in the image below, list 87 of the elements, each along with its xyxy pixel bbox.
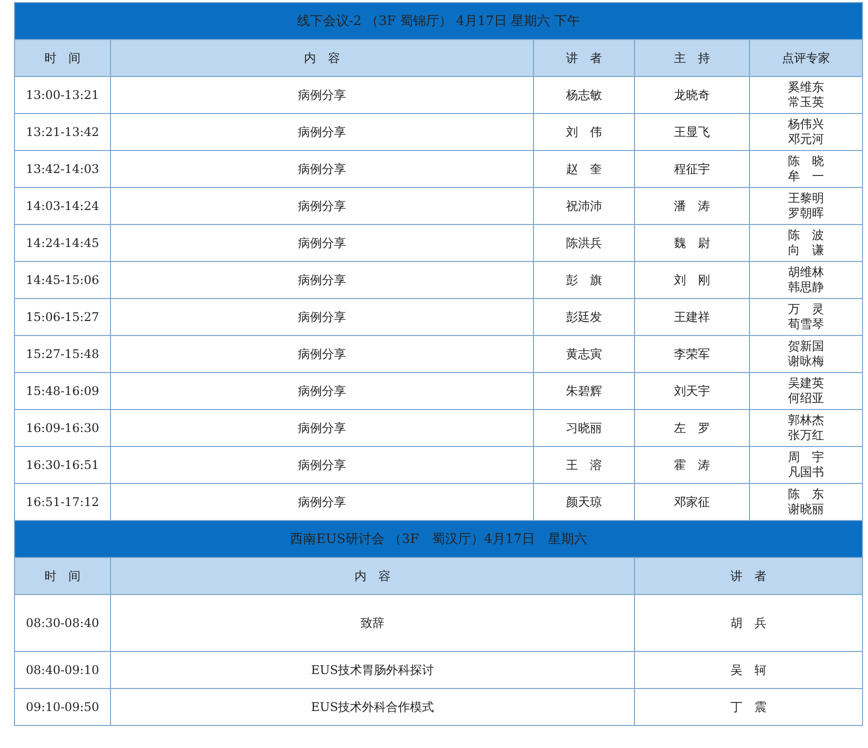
speaker-cell: 彭廷发 — [534, 298, 634, 336]
column-header: 主 持 — [634, 40, 750, 76]
expert-name: 杨伟兴 — [787, 117, 826, 132]
time-cell: 13:00-13:21 — [14, 76, 110, 114]
expert-name: 邓元河 — [787, 132, 826, 147]
column-header: 点评专家 — [750, 40, 863, 76]
expert-name: 韩思静 — [787, 280, 826, 295]
column-header: 讲 者 — [534, 40, 634, 76]
time-cell: 15:06-15:27 — [14, 298, 110, 336]
column-header: 讲 者 — [634, 558, 863, 594]
content-cell: 病例分享 — [110, 336, 534, 372]
content-cell: 病例分享 — [110, 298, 534, 336]
expert-name: 胡维林 — [787, 265, 826, 280]
content-cell: 病例分享 — [110, 410, 534, 446]
column-header: 时 间 — [14, 40, 110, 76]
section-title: 线下会议-2 （3F 蜀锦厅） 4月17日 星期六 下午 — [14, 2, 863, 40]
speaker-cell: 赵 奎 — [534, 150, 634, 188]
host-cell: 王显飞 — [634, 114, 750, 150]
content-cell: 病例分享 — [110, 150, 534, 188]
expert-name: 陈 东 — [787, 487, 826, 502]
speaker-cell: 彭 旗 — [534, 262, 634, 298]
expert-name: 谢晓丽 — [787, 502, 826, 517]
expert-name: 周 宇 — [787, 450, 826, 465]
time-cell: 14:24-14:45 — [14, 224, 110, 262]
content-cell: 病例分享 — [110, 446, 534, 484]
speaker-cell: 王 溶 — [534, 446, 634, 484]
speaker-cell: 习晓丽 — [534, 410, 634, 446]
content-cell: 病例分享 — [110, 262, 534, 298]
speaker-cell: 丁 震 — [634, 688, 863, 726]
expert-name: 王黎明 — [787, 191, 826, 206]
host-cell: 程征宇 — [634, 150, 750, 188]
expert-name: 荀雪琴 — [787, 317, 826, 332]
speaker-cell: 胡 兵 — [634, 594, 863, 652]
time-cell: 08:30-08:40 — [14, 594, 110, 652]
host-cell: 李荣军 — [634, 336, 750, 372]
expert-name: 罗朝晖 — [787, 206, 826, 221]
host-cell: 刘天宇 — [634, 372, 750, 410]
time-cell: 15:27-15:48 — [14, 336, 110, 372]
host-cell: 王建祥 — [634, 298, 750, 336]
content-cell: EUS技术胃肠外科探讨 — [110, 652, 634, 688]
host-cell: 龙晓奇 — [634, 76, 750, 114]
speaker-cell: 祝沛沛 — [534, 188, 634, 224]
time-cell: 16:09-16:30 — [14, 410, 110, 446]
time-cell: 09:10-09:50 — [14, 688, 110, 726]
expert-name: 万 灵 — [787, 302, 826, 317]
host-cell: 霍 涛 — [634, 446, 750, 484]
content-cell: 病例分享 — [110, 372, 534, 410]
host-cell: 魏 尉 — [634, 224, 750, 262]
expert-name: 常玉英 — [787, 95, 826, 110]
expert-name: 张万红 — [787, 428, 826, 443]
content-cell: 病例分享 — [110, 114, 534, 150]
content-cell: 致辞 — [110, 594, 634, 652]
speaker-cell: 杨志敏 — [534, 76, 634, 114]
column-header: 时 间 — [14, 558, 110, 594]
time-cell: 15:48-16:09 — [14, 372, 110, 410]
expert-name: 谢咏梅 — [787, 354, 826, 369]
expert-name: 何绍亚 — [787, 391, 826, 406]
column-header: 内 容 — [110, 40, 534, 76]
expert-name: 吴建英 — [787, 376, 826, 391]
content-cell: 病例分享 — [110, 188, 534, 224]
content-cell: 病例分享 — [110, 224, 534, 262]
expert-name: 陈 晓 — [787, 154, 826, 169]
expert-name: 向 谦 — [787, 243, 826, 258]
expert-name: 奚维东 — [787, 80, 826, 95]
content-cell: EUS技术外科合作模式 — [110, 688, 634, 726]
host-cell: 左 罗 — [634, 410, 750, 446]
speaker-cell: 朱碧辉 — [534, 372, 634, 410]
host-cell: 刘 刚 — [634, 262, 750, 298]
speaker-cell: 陈洪兵 — [534, 224, 634, 262]
speaker-cell: 刘 伟 — [534, 114, 634, 150]
speaker-cell: 吴 轲 — [634, 652, 863, 688]
time-cell: 08:40-09:10 — [14, 652, 110, 688]
expert-name: 陈 波 — [787, 228, 826, 243]
expert-name: 贺新国 — [787, 339, 826, 354]
host-cell: 潘 涛 — [634, 188, 750, 224]
speaker-cell: 黄志寅 — [534, 336, 634, 372]
content-cell: 病例分享 — [110, 76, 534, 114]
time-cell: 13:21-13:42 — [14, 114, 110, 150]
time-cell: 16:30-16:51 — [14, 446, 110, 484]
expert-name: 牟 一 — [787, 169, 826, 184]
expert-name: 凡国书 — [787, 465, 826, 480]
column-header: 内 容 — [110, 558, 634, 594]
time-cell: 14:03-14:24 — [14, 188, 110, 224]
time-cell: 13:42-14:03 — [14, 150, 110, 188]
expert-name: 郭林杰 — [787, 413, 826, 428]
time-cell: 14:45-15:06 — [14, 262, 110, 298]
section-title: 西南EUS研讨会 （3F 蜀汉厅）4月17日 星期六 — [14, 520, 863, 558]
